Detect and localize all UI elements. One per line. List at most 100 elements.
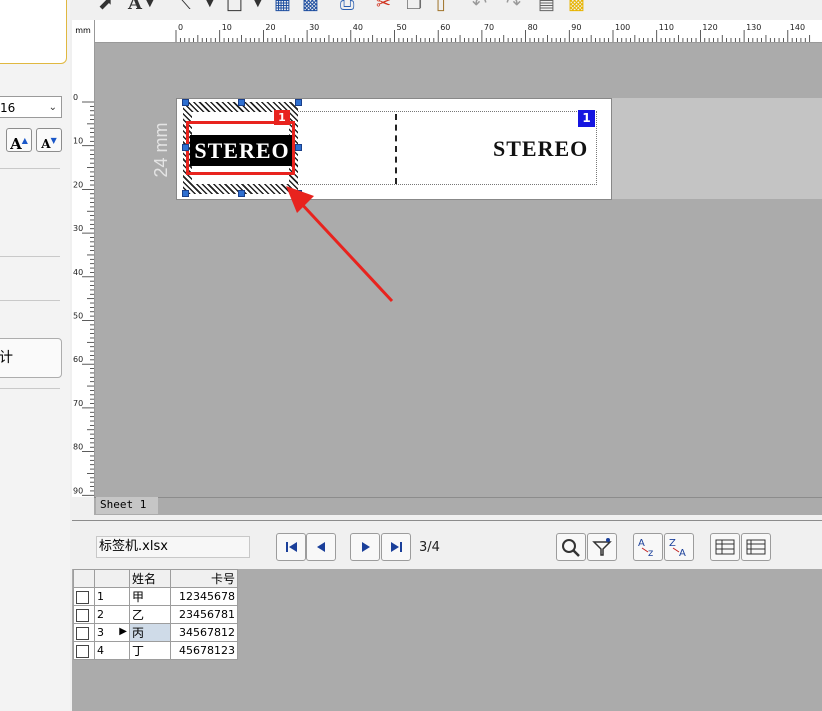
row-checkbox[interactable] [73,623,95,642]
print-icon[interactable]: ⎙ [340,0,354,14]
column-header-name[interactable]: 姓名 [129,569,171,588]
cell-name[interactable]: 乙 [129,605,171,624]
undo-icon[interactable]: ↶ [472,0,487,14]
top-ruler-ticks: 0 10 20 30 40 50 60 70 80 90 100 110 120 130 140 [175,23,811,42]
resize-handle[interactable] [238,99,245,106]
cell-name[interactable]: 甲 [129,587,171,606]
database-icon[interactable]: ▩ [568,0,585,14]
search-button[interactable] [556,533,586,561]
row-number-text: 3 [97,626,104,639]
selected-card[interactable] [0,0,67,64]
sheet-tab-bar [94,497,822,515]
grid-row-header [94,569,130,588]
sort-ascending-button[interactable]: Az [633,533,663,561]
list-icon[interactable]: ▤ [538,0,555,14]
search-icon [562,539,580,557]
left-ruler: 0 10 20 30 40 50 60 70 80 90 [72,42,95,497]
row-checkbox[interactable] [73,587,95,606]
ruler-label: 30 [73,224,83,233]
first-icon [286,542,297,552]
dropdown-arrow-icon[interactable]: ▼ [146,0,154,14]
ruler-label: 20 [73,180,83,189]
stereo-text-object-2[interactable]: STEREO [493,133,588,165]
checkbox-icon[interactable] [76,626,89,640]
form-view-button[interactable] [741,533,771,561]
sort-descending-button[interactable]: ZA [664,533,694,561]
shrink-font-label: A [41,137,51,151]
ruler-label: 90 [73,486,83,495]
sheet-tab[interactable]: Sheet 1 [96,497,158,514]
left-ruler-ticks: 0 10 20 30 40 50 60 70 80 90 [73,93,94,496]
cell-card[interactable]: 34567812 [170,623,238,642]
first-record-button[interactable] [276,533,306,561]
resize-handle[interactable] [182,99,189,106]
resize-handle[interactable] [295,99,302,106]
row-checkbox[interactable] [73,605,95,624]
cut-icon[interactable]: ✂ [376,0,391,14]
cell-card[interactable]: 12345678 [170,587,238,606]
dropdown-arrow-icon[interactable]: ▼ [254,0,262,14]
resize-handle[interactable] [182,190,189,197]
ruler-label: 80 [73,443,83,452]
cell-name[interactable]: 丁 [129,641,171,660]
svg-text:A: A [638,538,645,549]
toolbar: ⬈ A ▼ ⟍ ▼ □ ▼ ▦ ▩ ⎙ ✂ ❐ ▯ ↶ ↷ ▤ ▩ [70,0,822,20]
object-number-badge: 1 [274,110,290,125]
table-row[interactable]: 2 乙 23456781 [73,605,238,624]
redo-icon[interactable]: ↷ [506,0,521,14]
table-row[interactable]: 3 ▶ 丙 34567812 [73,623,238,642]
resize-handle[interactable] [295,144,302,151]
svg-text:z: z [648,548,653,559]
chevron-down-icon: ⌄ [48,102,57,113]
annotation-arrow-icon [286,186,394,303]
form-view-icon [746,539,766,555]
ruler-label: 140 [790,23,805,32]
font-size-select[interactable]: 16 ⌄ [0,96,62,118]
checkbox-icon[interactable] [76,644,89,658]
paste-icon[interactable]: ▯ [436,0,446,14]
side-action-button[interactable]: 计 [0,338,62,378]
column-header-card[interactable]: 卡号 [170,569,238,588]
ruler-label: 110 [659,23,674,32]
ruler-label: 70 [73,399,83,408]
grow-font-button[interactable]: A▲ [6,128,32,153]
last-record-button[interactable] [381,533,411,561]
ruler-label: 10 [222,23,232,32]
resize-handle[interactable] [238,190,245,197]
table-icon[interactable]: ▦ [274,0,291,14]
cell-card[interactable]: 23456781 [170,605,238,624]
cell-name[interactable]: 丙 [129,623,171,642]
ruler-unit: mm [72,20,95,42]
ruler-label: 30 [309,23,319,32]
rectangle-icon[interactable]: □ [226,0,243,14]
data-grid[interactable]: 姓名 卡号 1 甲 12345678 2 乙 23456781 3 ▶ 丙 34… [73,569,238,660]
barcode-icon[interactable]: ▩ [302,0,319,14]
prev-record-button[interactable] [306,533,336,561]
checkbox-icon[interactable] [76,590,89,604]
resize-handle[interactable] [182,144,189,151]
shrink-font-button[interactable]: A▼ [36,128,62,152]
current-row-arrow-icon: ▶ [119,626,127,637]
ruler-label: 50 [397,23,407,32]
pointer-icon[interactable]: ⬈ [98,0,113,14]
grid-view-button[interactable] [710,533,740,561]
line-icon[interactable]: ⟍ [178,0,191,14]
ruler-label: 40 [73,268,83,277]
grow-font-label: A [10,135,22,153]
table-row[interactable]: 1 甲 12345678 [73,587,238,606]
dropdown-arrow-icon[interactable]: ▼ [206,0,214,14]
checkbox-icon[interactable] [76,608,89,622]
last-icon [391,542,402,552]
side-action-label: 计 [0,350,13,366]
font-size-value: 16 [0,101,16,115]
cell-card[interactable]: 45678123 [170,641,238,660]
filter-button[interactable] [587,533,617,561]
svg-text:Z: Z [669,538,676,549]
row-checkbox[interactable] [73,641,95,660]
next-record-button[interactable] [350,533,380,561]
copy-icon[interactable]: ❐ [406,0,422,14]
text-icon[interactable]: A [128,0,142,14]
ruler-label: 20 [265,23,275,32]
next-icon [362,542,370,552]
table-row[interactable]: 4 丁 45678123 [73,641,238,660]
